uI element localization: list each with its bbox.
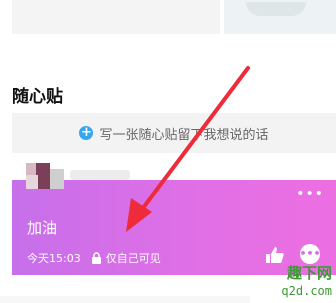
watermark: 趣下网 q2d.com <box>262 262 336 303</box>
watermark-domain: q2d.com <box>281 284 332 298</box>
bottom-divider <box>0 296 250 303</box>
annotation-arrow <box>126 66 250 232</box>
watermark-title: 趣下网 <box>286 264 332 282</box>
